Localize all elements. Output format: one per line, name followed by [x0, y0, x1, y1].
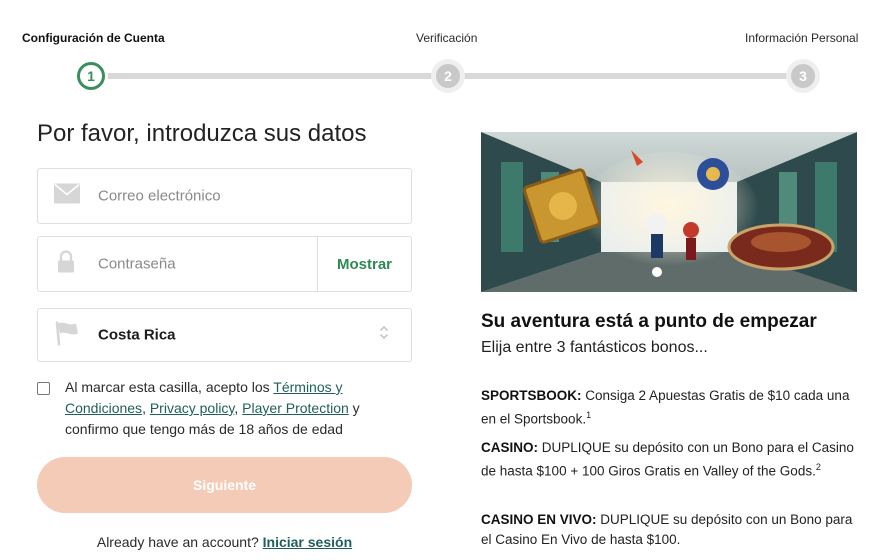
country-value: Costa Rica: [98, 326, 176, 344]
privacy-policy-link[interactable]: Privacy policy: [150, 400, 235, 416]
flag-icon: [54, 320, 80, 351]
lock-icon: [58, 250, 74, 278]
step-label-account: Configuración de Cuenta: [22, 31, 165, 45]
promo-title: Su aventura está a punto de empezar: [481, 311, 817, 332]
bonus-sportsbook-footnote: 1: [586, 409, 592, 420]
login-link[interactable]: Iniciar sesión: [263, 534, 352, 550]
bonus-casino-heading: CASINO:: [481, 440, 538, 455]
bonus-sportsbook: SPORTSBOOK: Consiga 2 Apuestas Gratis de…: [481, 386, 866, 429]
show-password-button[interactable]: Mostrar: [317, 237, 411, 291]
envelope-icon: [54, 183, 80, 209]
step-label-personal-info: Información Personal: [745, 31, 859, 45]
promo-illustration: [481, 132, 857, 292]
bonus-live-casino-heading: CASINO EN VIVO:: [481, 512, 597, 527]
bonus-casino: CASINO: DUPLIQUE su depósito con un Bono…: [481, 438, 866, 481]
progress-stepper: Configuración de Cuenta Verificación Inf…: [0, 0, 874, 110]
next-button[interactable]: Siguiente: [37, 457, 412, 513]
step-1-indicator: 1: [74, 59, 108, 93]
consent-sep-2: ,: [234, 400, 243, 416]
step-2-number: 2: [436, 64, 460, 88]
step-3-number: 3: [791, 64, 815, 88]
promo-banner-image: [481, 132, 857, 292]
password-field[interactable]: Contraseña Mostrar: [37, 236, 412, 292]
bonus-casino-footnote: 2: [815, 461, 821, 472]
step-label-verification: Verificación: [416, 31, 478, 45]
step-1-number: 1: [77, 62, 105, 90]
password-placeholder: Contraseña: [98, 255, 176, 273]
step-3-indicator: 3: [786, 59, 820, 93]
email-placeholder: Correo electrónico: [98, 187, 221, 205]
consent-sep-1: ,: [142, 400, 150, 416]
select-arrows-icon: [379, 326, 389, 345]
step-2-indicator: 2: [431, 59, 465, 93]
country-select[interactable]: Costa Rica: [37, 308, 412, 362]
player-protection-link[interactable]: Player Protection: [242, 400, 349, 416]
consent-text: Al marcar esta casilla, acepto los Térmi…: [37, 377, 417, 440]
terms-checkbox[interactable]: [37, 382, 50, 395]
page-title: Por favor, introduzca sus datos: [37, 120, 367, 147]
bonus-sportsbook-heading: SPORTSBOOK:: [481, 388, 582, 403]
terms-consent: Al marcar esta casilla, acepto los Térmi…: [37, 377, 417, 440]
email-field[interactable]: Correo electrónico: [37, 168, 412, 224]
consent-prefix: Al marcar esta casilla, acepto los: [65, 379, 274, 395]
promo-subtitle: Elija entre 3 fantásticos bonos...: [481, 339, 708, 356]
login-prompt: Already have an account? Iniciar sesión: [37, 534, 412, 550]
bonus-live-casino: CASINO EN VIVO: DUPLIQUE su depósito con…: [481, 510, 866, 549]
login-prompt-text: Already have an account?: [96, 534, 263, 550]
